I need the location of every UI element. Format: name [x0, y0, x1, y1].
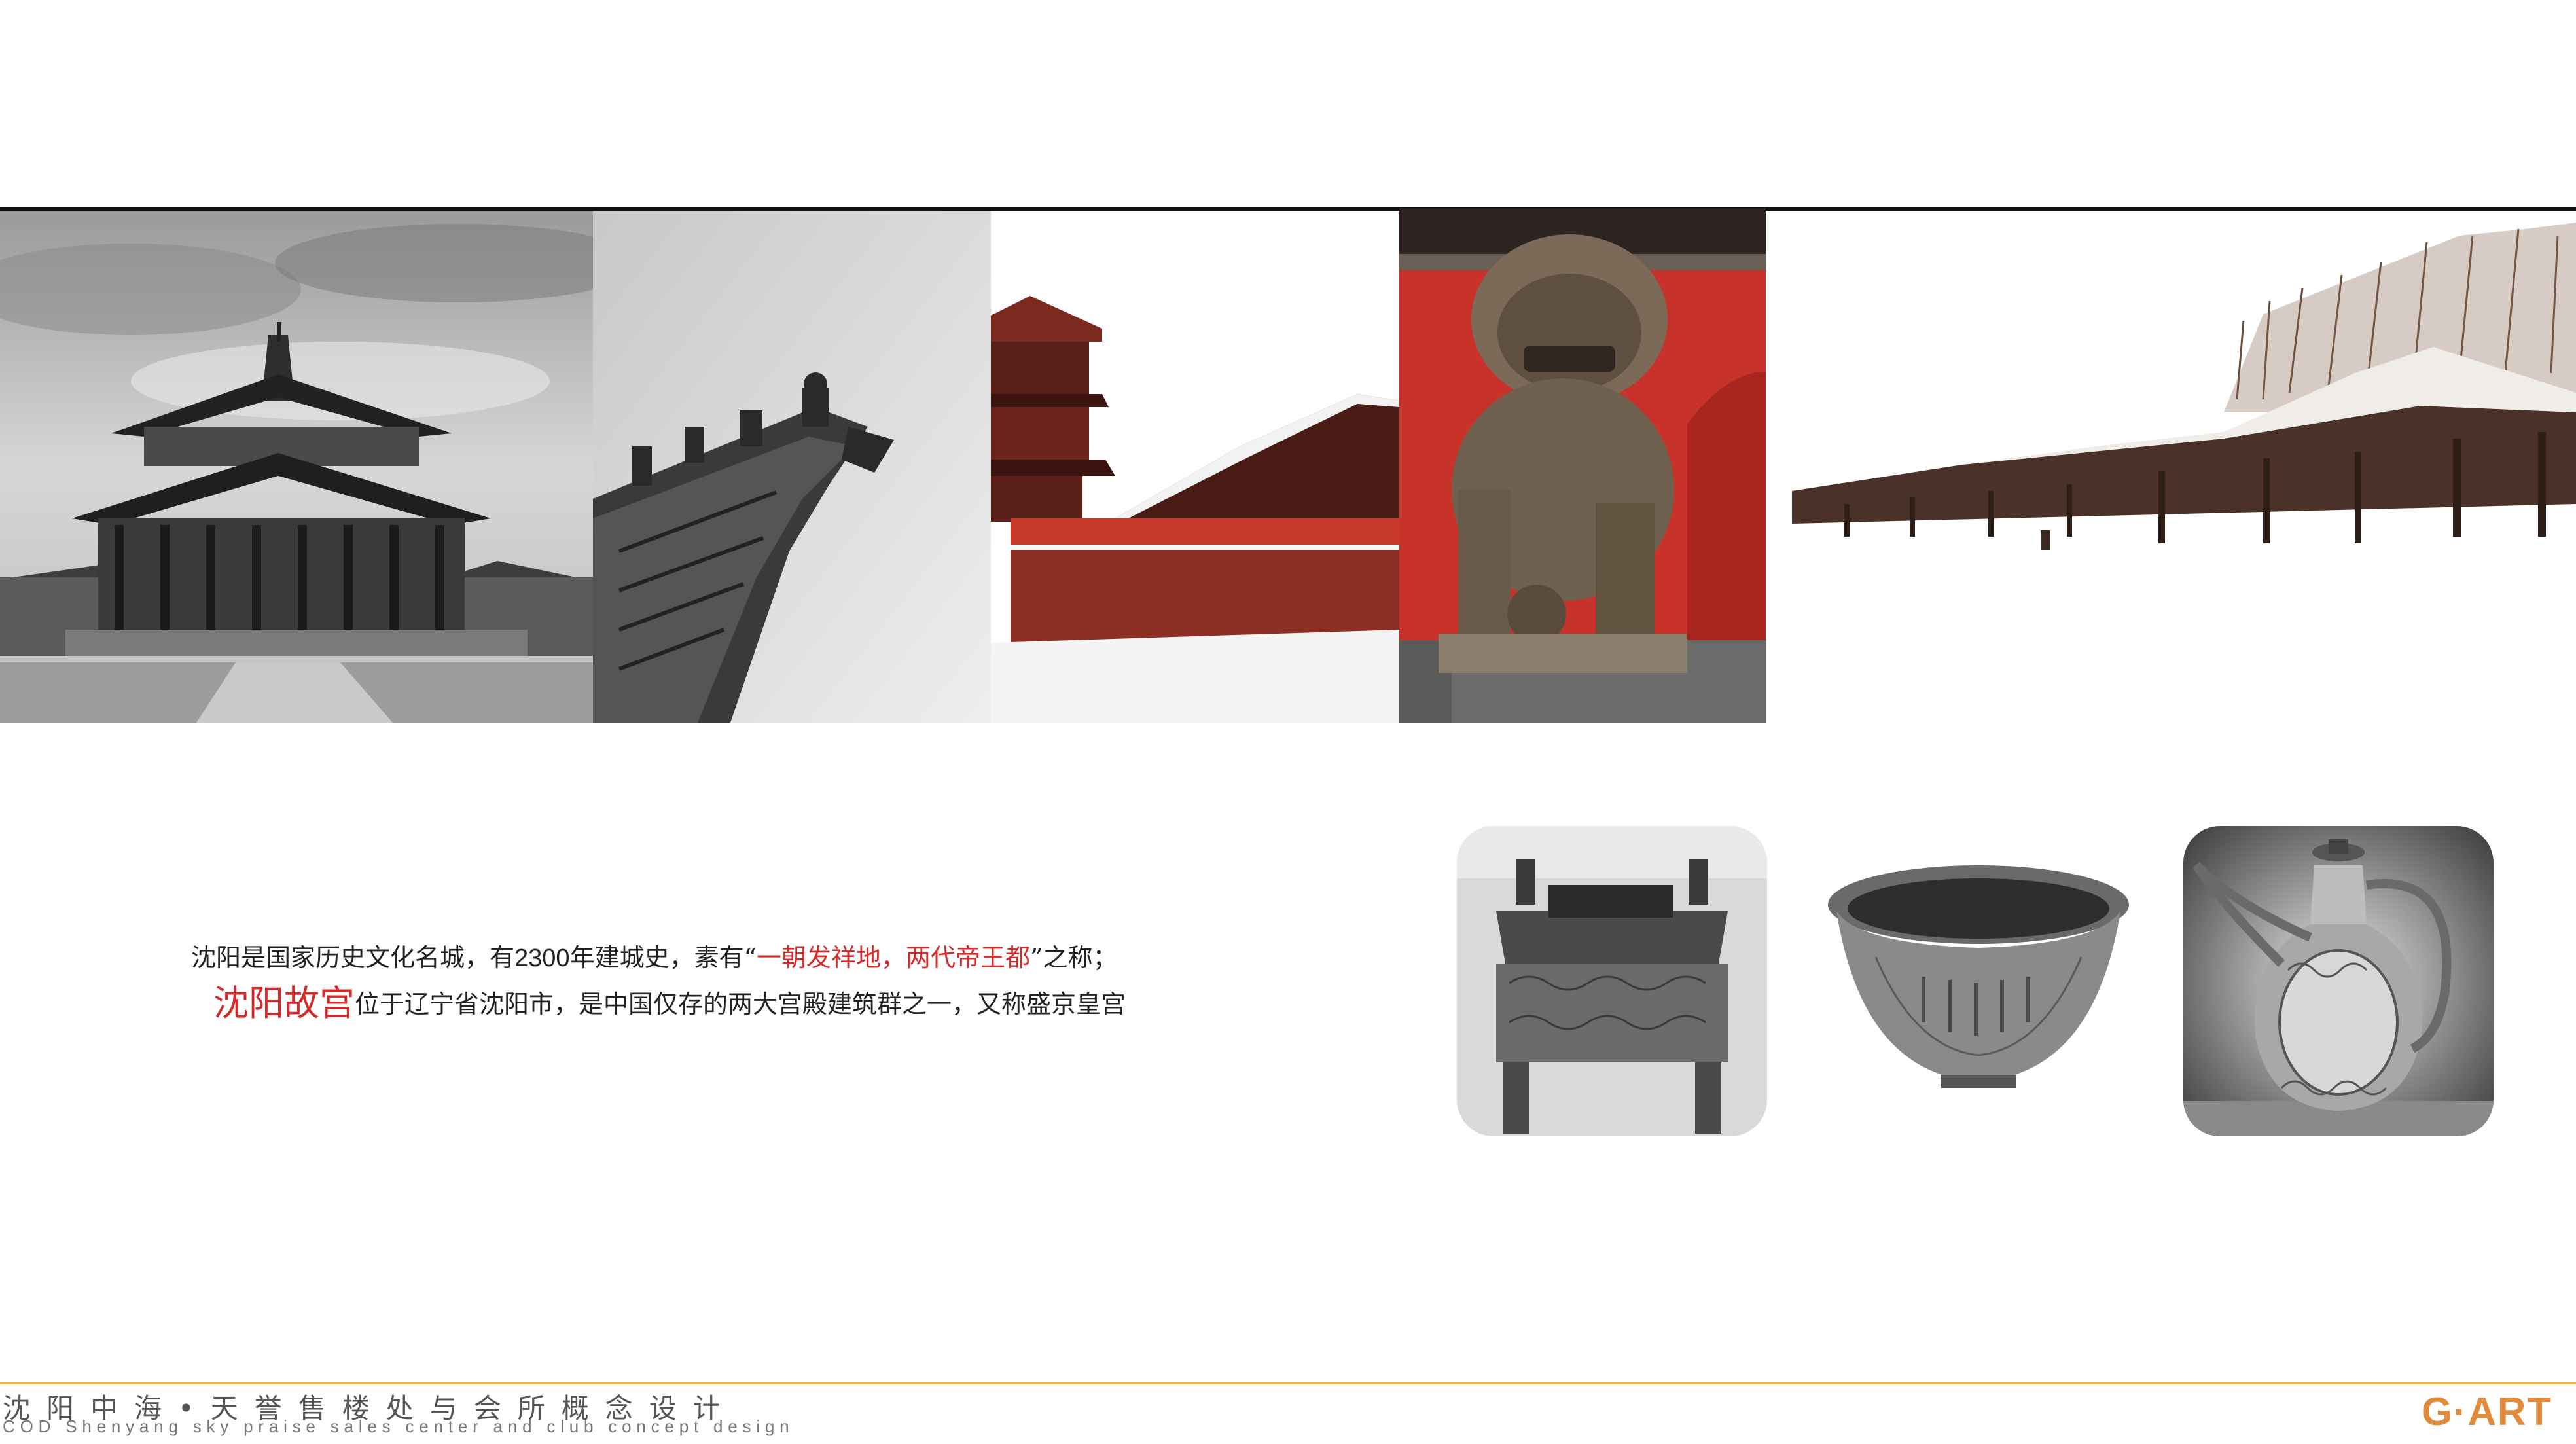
caption-highlight: 一朝发祥地，两代帝王都 — [757, 943, 1031, 972]
porcelain-ewer-photo — [2183, 826, 2494, 1136]
caption-text: 沈阳是国家历史文化名城，有 — [191, 943, 515, 972]
caption-text: ”之称； — [1030, 943, 1118, 972]
snowy-courtyard-halls-photo — [1766, 216, 2576, 583]
stone-lion-red-wall-photo — [1399, 208, 1766, 723]
intro-caption-line-2: 沈阳故宫位于辽宁省沈阳市，是中国仅存的两大宫殿建筑群之一，又称盛京皇宫 — [213, 974, 1126, 1026]
roof-ridge-beasts-photo — [593, 211, 991, 723]
intro-caption-line-1: 沈阳是国家历史文化名城，有2300年建城史，素有“一朝发祥地，两代帝王都”之称； — [191, 937, 1117, 973]
caption-number: 2300 — [514, 945, 570, 972]
caption-text: 年建城史，素有“ — [569, 943, 757, 972]
palace-pavilion-photo — [0, 211, 593, 723]
snowy-tower-red-wall-photo — [991, 211, 1399, 723]
gart-logo: G·ART — [2422, 1390, 2552, 1434]
caption-highlight-title: 沈阳故宫 — [213, 983, 355, 1024]
footer-divider — [0, 1382, 2576, 1384]
bronze-ding-vessel-photo — [1457, 826, 1767, 1136]
caption-text: 位于辽宁省沈阳市，是中国仅存的两大宫殿建筑群之一，又称盛京皇宫 — [355, 990, 1126, 1019]
footer-project-subtitle: COD Shenyang sky praise sales center and… — [3, 1417, 795, 1436]
inscribed-bowl-photo — [1823, 826, 2134, 1136]
